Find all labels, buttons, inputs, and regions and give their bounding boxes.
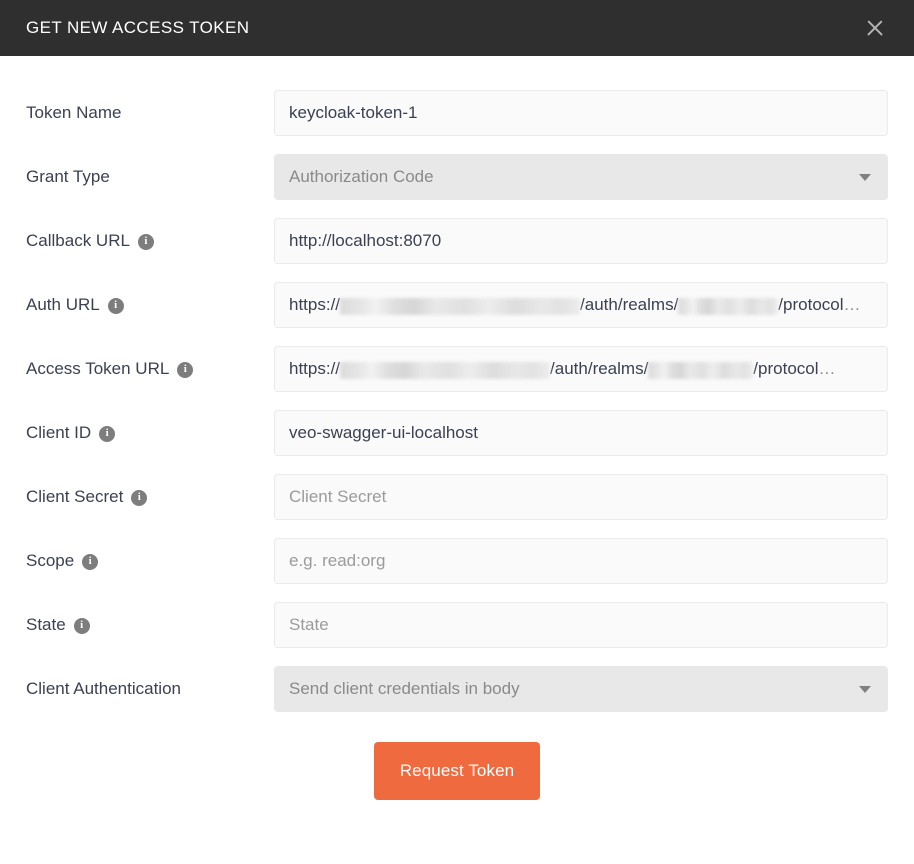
label-client-id: Client ID i bbox=[26, 423, 274, 443]
auth-url-input[interactable]: https:// /auth/realms/ /protocol … bbox=[274, 282, 888, 328]
label-auth-url: Auth URL i bbox=[26, 295, 274, 315]
info-icon[interactable]: i bbox=[131, 489, 148, 506]
info-icon[interactable]: i bbox=[82, 553, 99, 570]
access-token-url-input[interactable]: https:// /auth/realms/ /protocol … bbox=[274, 346, 888, 392]
label-client-secret: Client Secret i bbox=[26, 487, 274, 507]
label-text: Client ID bbox=[26, 422, 92, 442]
redacted-host bbox=[340, 297, 581, 315]
label-text: Grant Type bbox=[26, 166, 110, 186]
redacted-host bbox=[340, 361, 551, 379]
field-wrap-state bbox=[274, 602, 888, 648]
field-wrap-callback-url bbox=[274, 218, 888, 264]
label-text: Client Secret bbox=[26, 486, 124, 506]
close-icon[interactable] bbox=[858, 11, 892, 45]
label-token-name: Token Name bbox=[26, 103, 274, 123]
info-icon[interactable]: i bbox=[107, 297, 124, 314]
label-grant-type: Grant Type bbox=[26, 167, 274, 187]
form-row-auth-url: Auth URL i https:// /auth/realms/ /proto… bbox=[26, 282, 888, 328]
info-icon[interactable]: i bbox=[73, 617, 90, 634]
label-text: Auth URL bbox=[26, 294, 100, 314]
access-token-url-ellipsis: … bbox=[818, 359, 836, 378]
auth-url-prefix: https:// bbox=[289, 295, 341, 314]
request-token-button[interactable]: Request Token bbox=[373, 742, 541, 800]
field-wrap-client-secret bbox=[274, 474, 888, 520]
label-scope: Scope i bbox=[26, 551, 274, 571]
form-row-token-name: Token Name bbox=[26, 90, 888, 136]
label-text: Token Name bbox=[26, 102, 122, 122]
callback-url-input[interactable] bbox=[274, 218, 888, 264]
access-token-url-prefix: https:// bbox=[289, 359, 341, 378]
form-row-access-token-url: Access Token URL i https:// /auth/realms… bbox=[26, 346, 888, 392]
form-row-grant-type: Grant Type Authorization Code bbox=[26, 154, 888, 200]
info-icon[interactable]: i bbox=[137, 233, 154, 250]
field-wrap-scope bbox=[274, 538, 888, 584]
modal-header: GET NEW ACCESS TOKEN bbox=[0, 0, 914, 56]
info-icon[interactable]: i bbox=[177, 361, 194, 378]
access-token-url-middle: /auth/realms/ bbox=[550, 359, 649, 378]
page-title: GET NEW ACCESS TOKEN bbox=[26, 18, 250, 37]
form-row-client-authentication: Client Authentication Send client creden… bbox=[26, 666, 888, 712]
scope-input[interactable] bbox=[274, 538, 888, 584]
label-client-authentication: Client Authentication bbox=[26, 679, 274, 699]
client-authentication-select[interactable]: Send client credentials in body bbox=[274, 666, 888, 712]
grant-type-select[interactable]: Authorization Code bbox=[274, 154, 888, 200]
label-state: State i bbox=[26, 615, 274, 635]
form-row-callback-url: Callback URL i bbox=[26, 218, 888, 264]
label-callback-url: Callback URL i bbox=[26, 231, 274, 251]
client-authentication-selected-value: Send client credentials in body bbox=[289, 679, 520, 698]
form-row-client-id: Client ID i bbox=[26, 410, 888, 456]
auth-url-middle: /auth/realms/ bbox=[580, 295, 679, 314]
field-wrap-client-authentication: Send client credentials in body bbox=[274, 666, 888, 712]
form-row-client-secret: Client Secret i bbox=[26, 474, 888, 520]
client-secret-input[interactable] bbox=[274, 474, 888, 520]
label-text: Scope bbox=[26, 550, 75, 570]
field-wrap-access-token-url: https:// /auth/realms/ /protocol … bbox=[274, 346, 888, 392]
client-id-input[interactable] bbox=[274, 410, 888, 456]
redacted-realm bbox=[678, 297, 779, 315]
field-wrap-auth-url: https:// /auth/realms/ /protocol … bbox=[274, 282, 888, 328]
form-row-state: State i bbox=[26, 602, 888, 648]
field-wrap-client-id bbox=[274, 410, 888, 456]
state-input[interactable] bbox=[274, 602, 888, 648]
access-token-url-suffix: /protocol bbox=[753, 359, 819, 378]
form-footer: Request Token bbox=[26, 742, 888, 800]
auth-url-suffix: /protocol bbox=[778, 295, 844, 314]
grant-type-selected-value: Authorization Code bbox=[289, 167, 434, 186]
form-row-scope: Scope i bbox=[26, 538, 888, 584]
auth-url-ellipsis: … bbox=[843, 295, 861, 314]
info-icon[interactable]: i bbox=[99, 425, 116, 442]
token-form: Token Name Grant Type Authorization Code… bbox=[0, 56, 914, 800]
label-text: Client Authentication bbox=[26, 678, 181, 698]
field-wrap-token-name bbox=[274, 90, 888, 136]
token-name-input[interactable] bbox=[274, 90, 888, 136]
label-text: State bbox=[26, 614, 66, 634]
label-access-token-url: Access Token URL i bbox=[26, 359, 274, 379]
field-wrap-grant-type: Authorization Code bbox=[274, 154, 888, 200]
chevron-down-icon bbox=[859, 686, 871, 693]
label-text: Access Token URL bbox=[26, 358, 170, 378]
label-text: Callback URL bbox=[26, 230, 130, 250]
redacted-realm bbox=[648, 361, 754, 379]
chevron-down-icon bbox=[859, 174, 871, 181]
